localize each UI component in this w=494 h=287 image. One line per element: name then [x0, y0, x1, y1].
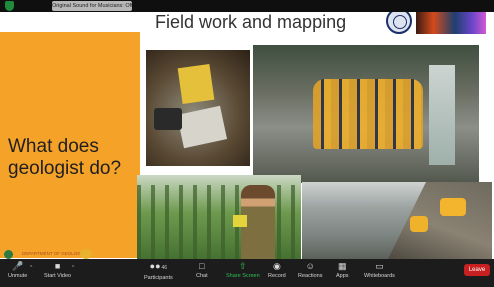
chat-label: Chat — [196, 273, 208, 279]
photo-group-waterfall — [253, 45, 479, 183]
photo-field-notebook — [146, 50, 250, 166]
question-text: What does geologist do? — [8, 136, 121, 180]
security-shield-icon[interactable] — [5, 1, 14, 11]
record-label: Record — [268, 273, 286, 279]
unmute-label: Unmute — [8, 273, 28, 279]
chevron-up-icon[interactable]: ^ — [30, 265, 32, 271]
photo-worker — [440, 198, 466, 216]
reactions-button[interactable]: ☺ Reactions — [298, 261, 322, 279]
photo-student-group — [313, 79, 423, 149]
record-icon: ◉ — [272, 261, 281, 271]
start-video-button[interactable]: ■ Start Video — [44, 261, 71, 279]
smiley-icon: ☺ — [305, 261, 315, 271]
slide-title: Field work and mapping — [155, 12, 347, 32]
unmute-button[interactable]: 🎤 Unmute — [8, 261, 27, 279]
photo-field-book — [233, 215, 247, 227]
chevron-up-icon[interactable]: ^ — [72, 265, 74, 271]
microphone-muted-icon: 🎤 — [12, 261, 24, 271]
question-panel: What does geologist do? — [0, 32, 140, 258]
chat-bubble-icon: □ — [199, 261, 205, 271]
photo-waterfall — [429, 65, 455, 165]
share-screen-label: Share Screen — [226, 273, 260, 279]
reactions-label: Reactions — [298, 273, 323, 279]
meeting-top-bar: Original Sound for Musicians: Off — [0, 0, 494, 12]
photo-riverbank-sampling — [302, 182, 492, 259]
photo-yellow-notepad — [177, 63, 215, 105]
original-sound-toggle[interactable]: Original Sound for Musicians: Off — [52, 1, 132, 11]
shared-slide: Field work and mapping What does geologi… — [0, 12, 494, 259]
whiteboards-button[interactable]: ▭ Whiteboards — [364, 261, 395, 279]
photo-forest-notetaking — [137, 175, 301, 259]
photo-worker — [410, 216, 428, 232]
participants-label: Participants — [144, 275, 173, 281]
photo-field-map — [176, 105, 228, 149]
leave-button[interactable]: Leave — [464, 264, 490, 276]
start-video-label: Start Video — [44, 273, 72, 279]
apps-button[interactable]: ▦ Apps — [336, 261, 349, 279]
department-logo-strip: DEPARTMENT OF GEOLOGY — [0, 249, 110, 259]
photo-pine-trees — [137, 185, 301, 259]
apps-label: Apps — [336, 273, 349, 279]
people-icon: ●●46 — [149, 261, 168, 271]
header-banner-image — [416, 12, 486, 34]
participant-count: 46 — [161, 265, 168, 271]
record-button[interactable]: ◉ Record — [268, 261, 286, 279]
apps-grid-icon: ▦ — [338, 261, 347, 271]
photo-compass — [154, 108, 182, 130]
university-seal-logo — [386, 12, 412, 34]
whiteboard-icon: ▭ — [375, 261, 384, 271]
video-off-icon: ■ — [54, 261, 61, 271]
meeting-toolbar: 🎤 Unmute ^ ■ Start Video ^ ●●46 Particip… — [0, 259, 494, 287]
photo-rock-outcrop — [382, 182, 492, 259]
question-line-1: What does — [8, 136, 99, 157]
participants-button[interactable]: ●●46 Participants — [144, 261, 173, 281]
whiteboards-label: Whiteboards — [364, 273, 395, 279]
share-screen-icon: ⇧ — [239, 261, 247, 271]
chat-button[interactable]: □ Chat — [196, 261, 208, 279]
share-screen-button[interactable]: ⇧ Share Screen — [226, 261, 260, 279]
question-line-2: geologist do? — [8, 158, 122, 179]
